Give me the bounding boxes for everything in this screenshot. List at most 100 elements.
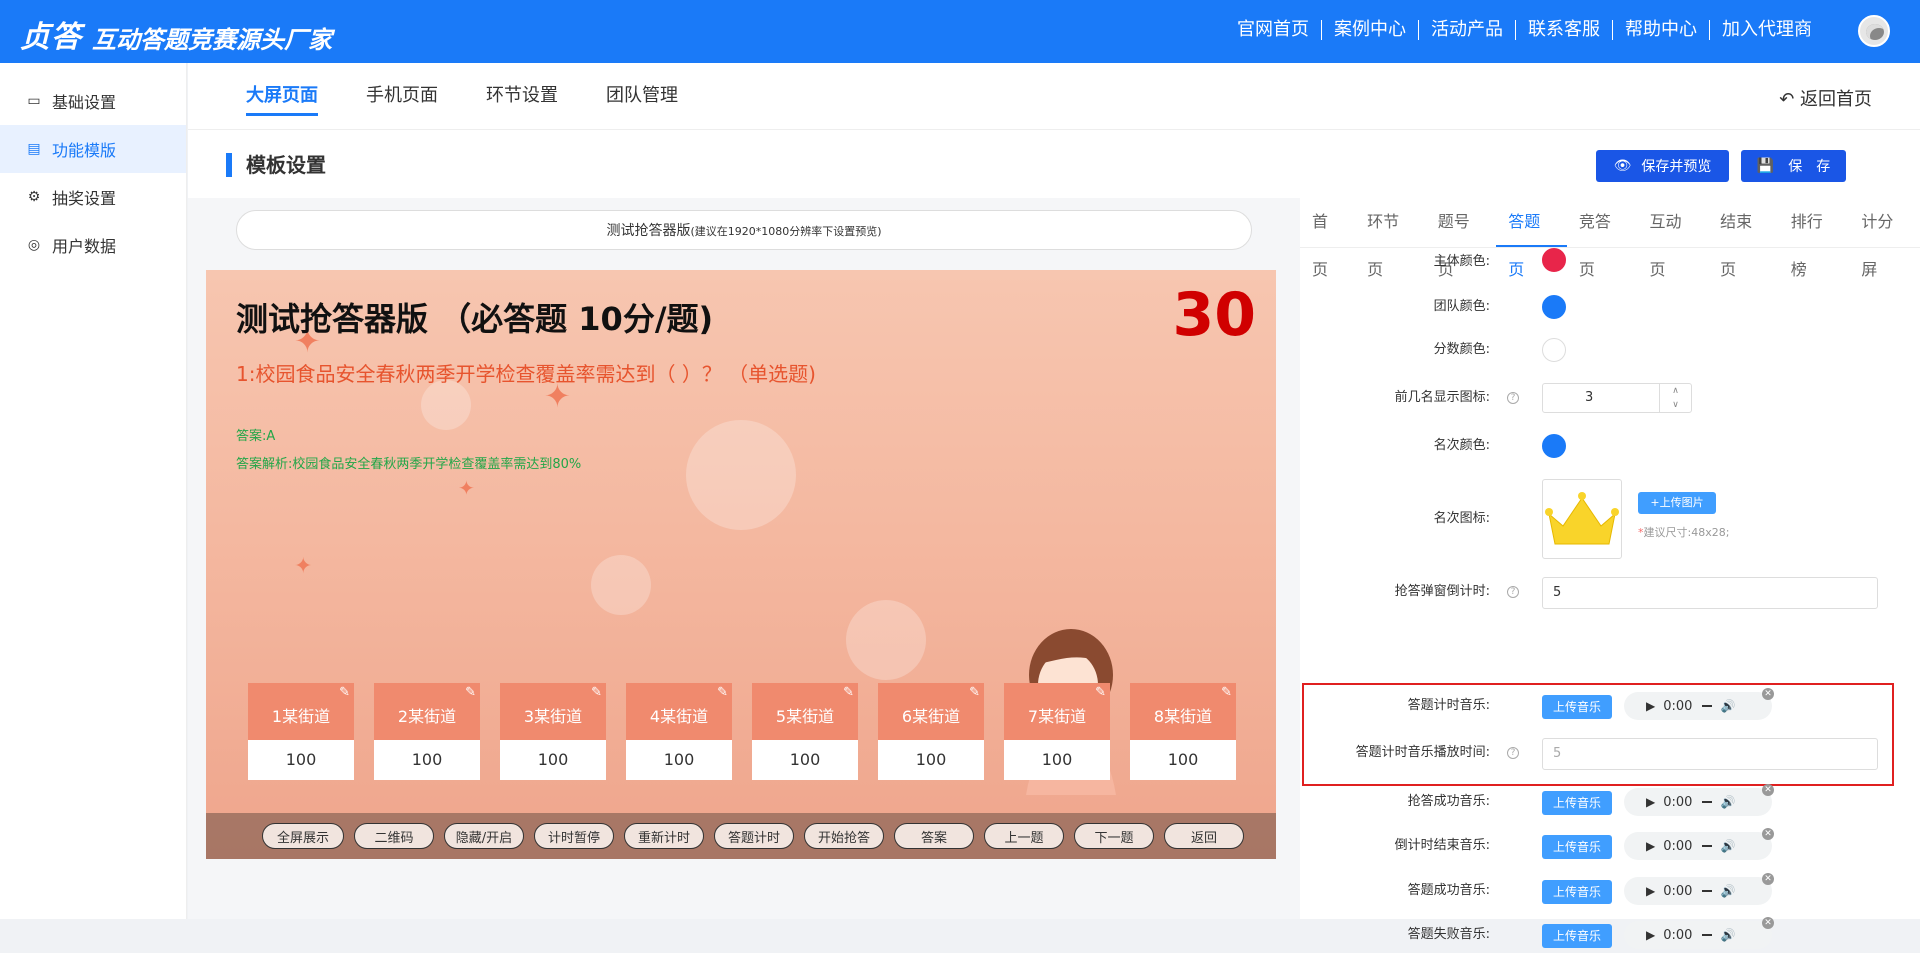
- sidebar-item-function-template[interactable]: ▤ 功能模版: [0, 125, 186, 173]
- edit-icon[interactable]: ✎: [1095, 685, 1106, 701]
- start-grab-button[interactable]: 开始抢答: [804, 823, 884, 849]
- nav-official-home[interactable]: 官网首页: [1225, 20, 1322, 40]
- close-icon[interactable]: ✕: [1762, 688, 1774, 700]
- settings-tab-end[interactable]: 结束页: [1708, 198, 1779, 279]
- close-icon[interactable]: ✕: [1762, 784, 1774, 796]
- nav-join-agent[interactable]: 加入代理商: [1710, 20, 1824, 40]
- rank-color-picker[interactable]: [1542, 434, 1566, 458]
- edit-icon[interactable]: ✎: [465, 685, 476, 701]
- play-icon[interactable]: ▶: [1646, 884, 1655, 898]
- countdown-input[interactable]: 5: [1542, 577, 1878, 609]
- sidebar-item-basic-settings[interactable]: ▭ 基础设置: [0, 77, 186, 125]
- settings-tab-ranking[interactable]: 排行榜: [1779, 198, 1850, 279]
- play-icon[interactable]: ▶: [1646, 795, 1655, 809]
- upload-music-button[interactable]: 上传音乐: [1542, 791, 1612, 815]
- preview-title-bar: 测试抢答器版(建议在1920*1080分辨率下设置预览): [236, 210, 1252, 250]
- main-color-picker[interactable]: [1542, 248, 1566, 272]
- tab-stage-settings[interactable]: 环节设置: [486, 81, 558, 116]
- upload-music-button[interactable]: 上传音乐: [1542, 924, 1612, 948]
- nav-help-center[interactable]: 帮助中心: [1613, 20, 1710, 40]
- upload-music-button[interactable]: 上传音乐: [1542, 880, 1612, 904]
- play-icon[interactable]: ▶: [1646, 699, 1655, 713]
- edit-icon[interactable]: ✎: [1221, 685, 1232, 701]
- nav-customer-service[interactable]: 联系客服: [1516, 20, 1613, 40]
- edit-icon[interactable]: ✎: [969, 685, 980, 701]
- tab-big-screen[interactable]: 大屏页面: [246, 81, 318, 116]
- hide-show-button[interactable]: 隐藏/开启: [444, 823, 524, 849]
- edit-icon[interactable]: ✎: [843, 685, 854, 701]
- play-icon[interactable]: ▶: [1646, 839, 1655, 853]
- sidebar-item-lottery-settings[interactable]: ⚙ 抽奖设置: [0, 173, 186, 221]
- close-icon[interactable]: ✕: [1762, 873, 1774, 885]
- settings-tab-scoreboard[interactable]: 计分屏: [1849, 198, 1920, 279]
- avatar[interactable]: [1858, 15, 1890, 47]
- top-nav: 官网首页 案例中心 活动产品 联系客服 帮助中心 加入代理商: [1225, 20, 1824, 40]
- settings-tab-competition[interactable]: 竞答页: [1567, 198, 1638, 279]
- settings-tab-home[interactable]: 首页: [1300, 198, 1355, 279]
- progress-bar[interactable]: [1702, 890, 1713, 892]
- help-icon[interactable]: ?: [1507, 747, 1519, 759]
- save-and-preview-button[interactable]: 👁 保存并预览: [1596, 150, 1729, 182]
- save-button[interactable]: 💾 保 存: [1741, 150, 1846, 182]
- audio-player: ▶ 0:00 🔊 ✕: [1624, 688, 1774, 720]
- settings-tab-interaction[interactable]: 互动页: [1638, 198, 1709, 279]
- show-answer-button[interactable]: 答案: [894, 823, 974, 849]
- settings-tab-stage[interactable]: 环节页: [1355, 198, 1426, 279]
- score-color-picker[interactable]: [1542, 338, 1566, 362]
- qrcode-button[interactable]: 二维码: [354, 823, 434, 849]
- help-icon[interactable]: ?: [1507, 586, 1519, 598]
- top-n-label: 前几名显示图标:: [1394, 390, 1490, 405]
- edit-icon[interactable]: ✎: [717, 685, 728, 701]
- question-title: 测试抢答器版 （必答题 10分/题): [236, 300, 714, 338]
- answer-timer-music-label: 答题计时音乐:: [1407, 698, 1490, 713]
- fullscreen-button[interactable]: 全屏展示: [262, 823, 344, 849]
- volume-icon[interactable]: 🔊: [1720, 839, 1735, 853]
- decor-bubble: [846, 600, 926, 680]
- prev-question-button[interactable]: 上一题: [984, 823, 1064, 849]
- progress-bar[interactable]: [1702, 801, 1713, 803]
- team-card: ✎ 1某街道 100: [248, 683, 354, 780]
- team-color-picker[interactable]: [1542, 295, 1566, 319]
- tab-team-management[interactable]: 团队管理: [606, 81, 678, 116]
- answer-timer-play-input[interactable]: 5: [1542, 738, 1878, 770]
- back-home-link[interactable]: ↶ 返回首页: [1779, 85, 1872, 111]
- return-button[interactable]: 返回: [1164, 823, 1244, 849]
- help-icon[interactable]: ?: [1507, 392, 1519, 404]
- next-question-button[interactable]: 下一题: [1074, 823, 1154, 849]
- progress-bar[interactable]: [1702, 934, 1713, 936]
- play-icon[interactable]: ▶: [1646, 928, 1655, 942]
- tab-mobile-page[interactable]: 手机页面: [366, 81, 438, 116]
- settings-tab-answer[interactable]: 答题页: [1496, 198, 1567, 279]
- upload-music-button[interactable]: 上传音乐: [1542, 695, 1612, 719]
- brand-logo[interactable]: 贞答: [20, 12, 82, 56]
- answer-success-music-label: 答题成功音乐:: [1407, 883, 1490, 898]
- answer-timer-music-row: 答题计时音乐: 上传音乐 ▶ 0:00 🔊 ✕: [1300, 688, 1920, 724]
- progress-bar[interactable]: [1702, 705, 1713, 707]
- volume-icon[interactable]: 🔊: [1720, 795, 1735, 809]
- score-color-row: 分数颜色:: [1300, 332, 1920, 368]
- volume-icon[interactable]: 🔊: [1720, 699, 1735, 713]
- edit-icon[interactable]: ✎: [591, 685, 602, 701]
- upload-image-button[interactable]: +上传图片: [1638, 492, 1716, 514]
- volume-icon[interactable]: 🔊: [1720, 884, 1735, 898]
- sparkle-icon: ✦: [294, 554, 313, 579]
- divider: [188, 129, 1920, 130]
- undo-icon: ↶: [1779, 89, 1800, 110]
- progress-bar[interactable]: [1702, 845, 1713, 847]
- stepper-arrows-icon[interactable]: ∧ ∨: [1659, 384, 1691, 412]
- pause-timer-button[interactable]: 计时暂停: [534, 823, 614, 849]
- restart-timer-button[interactable]: 重新计时: [624, 823, 704, 849]
- settings-tab-question-number[interactable]: 题号页: [1426, 198, 1497, 279]
- answer-timer-button[interactable]: 答题计时: [714, 823, 794, 849]
- rank-icon-preview[interactable]: [1542, 479, 1622, 559]
- edit-icon[interactable]: ✎: [339, 685, 350, 701]
- volume-icon[interactable]: 🔊: [1720, 928, 1735, 942]
- section-title: 模板设置: [226, 153, 326, 177]
- top-n-stepper[interactable]: 3 ∧ ∨: [1542, 383, 1692, 413]
- team-name: 6某街道: [901, 707, 961, 726]
- close-icon[interactable]: ✕: [1762, 828, 1774, 840]
- upload-music-button[interactable]: 上传音乐: [1542, 835, 1612, 859]
- nav-case-center[interactable]: 案例中心: [1322, 20, 1419, 40]
- sidebar-item-user-data[interactable]: ◎ 用户数据: [0, 221, 186, 269]
- nav-activity-products[interactable]: 活动产品: [1419, 20, 1516, 40]
